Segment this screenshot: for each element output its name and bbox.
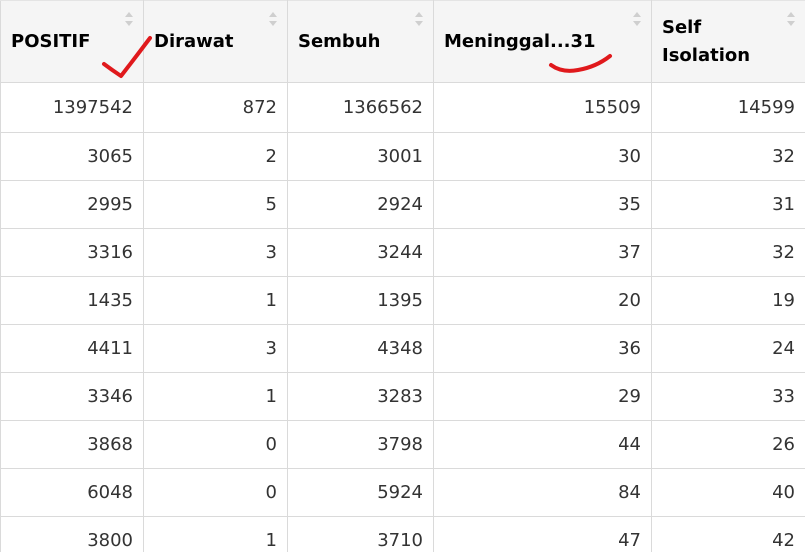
sembuh-cell: 3798 bbox=[287, 420, 434, 469]
self-isolation-cell: 32 bbox=[651, 132, 805, 181]
self-isolation-cell: 33 bbox=[651, 372, 805, 421]
meninggal-cell: 36 bbox=[433, 324, 652, 373]
table-row: 4411 3 4348 36 24 bbox=[0, 324, 805, 373]
dirawat-cell: 0 bbox=[143, 468, 288, 517]
meninggal-cell: 20 bbox=[433, 276, 652, 325]
sembuh-cell: 4348 bbox=[287, 324, 434, 373]
positif-cell: 2995 bbox=[0, 180, 144, 229]
dirawat-cell: 3 bbox=[143, 324, 288, 373]
column-header-label: Sembuh bbox=[298, 30, 381, 52]
sort-icon[interactable] bbox=[268, 10, 278, 28]
positif-cell: 3316 bbox=[0, 228, 144, 277]
dirawat-cell: 3 bbox=[143, 228, 288, 277]
meninggal-cell: 35 bbox=[433, 180, 652, 229]
column-header-label: Dirawat bbox=[154, 30, 234, 52]
sembuh-cell: 3710 bbox=[287, 516, 434, 552]
dirawat-cell: 1 bbox=[143, 516, 288, 552]
table-row: 3346 1 3283 29 33 bbox=[0, 372, 805, 421]
meninggal-cell: 29 bbox=[433, 372, 652, 421]
positif-cell: 1435 bbox=[0, 276, 144, 325]
sembuh-cell: 2924 bbox=[287, 180, 434, 229]
sembuh-cell: 5924 bbox=[287, 468, 434, 517]
self-isolation-cell: 31 bbox=[651, 180, 805, 229]
self-isolation-cell: 24 bbox=[651, 324, 805, 373]
column-header-label: Self Isolation bbox=[662, 16, 751, 66]
positif-cell: 3800 bbox=[0, 516, 144, 552]
column-header-positif[interactable]: POSITIF bbox=[0, 0, 144, 83]
positif-cell: 1397542 bbox=[0, 82, 144, 133]
table-row: 3800 1 3710 47 42 bbox=[0, 516, 805, 552]
data-viewer: POSITIF Dirawat Sembuh Meninggal...31 Se… bbox=[0, 0, 805, 552]
table-row: 1397542 872 1366562 15509 14599 bbox=[0, 82, 805, 133]
meninggal-cell: 15509 bbox=[433, 82, 652, 133]
table-body: 1397542 872 1366562 15509 14599 3065 2 3001 30 32… bbox=[0, 82, 805, 552]
sembuh-cell: 3001 bbox=[287, 132, 434, 181]
column-header-meninggal[interactable]: Meninggal...31 bbox=[433, 0, 652, 83]
sort-icon[interactable] bbox=[124, 10, 134, 28]
sembuh-cell: 1395 bbox=[287, 276, 434, 325]
column-header-label: Meninggal...31 bbox=[444, 30, 596, 52]
dirawat-cell: 5 bbox=[143, 180, 288, 229]
sembuh-cell: 3244 bbox=[287, 228, 434, 277]
self-isolation-cell: 14599 bbox=[651, 82, 805, 133]
table-row: 3065 2 3001 30 32 bbox=[0, 132, 805, 181]
dirawat-cell: 2 bbox=[143, 132, 288, 181]
sort-icon[interactable] bbox=[786, 10, 796, 28]
positif-cell: 4411 bbox=[0, 324, 144, 373]
positif-cell: 3065 bbox=[0, 132, 144, 181]
meninggal-cell: 37 bbox=[433, 228, 652, 277]
column-header-self-isolation[interactable]: Self Isolation bbox=[651, 0, 805, 83]
column-header-dirawat[interactable]: Dirawat bbox=[143, 0, 288, 83]
sembuh-cell: 3283 bbox=[287, 372, 434, 421]
table-header: POSITIF Dirawat Sembuh Meninggal...31 Se… bbox=[0, 0, 805, 83]
self-isolation-cell: 42 bbox=[651, 516, 805, 552]
meninggal-cell: 84 bbox=[433, 468, 652, 517]
sort-icon[interactable] bbox=[632, 10, 642, 28]
self-isolation-cell: 19 bbox=[651, 276, 805, 325]
positif-cell: 3868 bbox=[0, 420, 144, 469]
self-isolation-cell: 32 bbox=[651, 228, 805, 277]
positif-cell: 6048 bbox=[0, 468, 144, 517]
table-row: 3868 0 3798 44 26 bbox=[0, 420, 805, 469]
dirawat-cell: 0 bbox=[143, 420, 288, 469]
header-row: POSITIF Dirawat Sembuh Meninggal...31 Se… bbox=[0, 0, 805, 83]
positif-cell: 3346 bbox=[0, 372, 144, 421]
dirawat-cell: 1 bbox=[143, 276, 288, 325]
self-isolation-cell: 40 bbox=[651, 468, 805, 517]
table-row: 1435 1 1395 20 19 bbox=[0, 276, 805, 325]
table-row: 2995 5 2924 35 31 bbox=[0, 180, 805, 229]
table-row: 3316 3 3244 37 32 bbox=[0, 228, 805, 277]
sort-icon[interactable] bbox=[414, 10, 424, 28]
dirawat-cell: 872 bbox=[143, 82, 288, 133]
meninggal-cell: 30 bbox=[433, 132, 652, 181]
meninggal-cell: 44 bbox=[433, 420, 652, 469]
meninggal-cell: 47 bbox=[433, 516, 652, 552]
dirawat-cell: 1 bbox=[143, 372, 288, 421]
column-header-label: POSITIF bbox=[11, 30, 91, 52]
data-table: POSITIF Dirawat Sembuh Meninggal...31 Se… bbox=[0, 0, 805, 552]
sembuh-cell: 1366562 bbox=[287, 82, 434, 133]
self-isolation-cell: 26 bbox=[651, 420, 805, 469]
table-row: 6048 0 5924 84 40 bbox=[0, 468, 805, 517]
column-header-sembuh[interactable]: Sembuh bbox=[287, 0, 434, 83]
